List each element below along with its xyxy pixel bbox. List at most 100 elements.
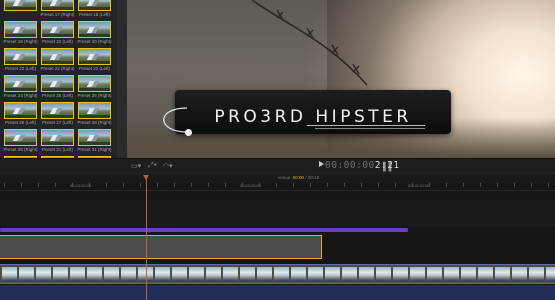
filmstrip-frame xyxy=(206,267,221,281)
clip-image xyxy=(78,48,111,65)
ruler-tick xyxy=(106,183,107,187)
filmstrip-frame xyxy=(189,267,204,281)
clip-thumbnail[interactable]: Preset 22 (Right) xyxy=(41,48,75,72)
timeline-index-label[interactable]: venue xyxy=(278,175,290,180)
filmstrip-frame xyxy=(257,267,272,281)
clip-label: Preset 27 (Left) xyxy=(41,120,73,125)
clip-label: Preset 26 (Left) xyxy=(4,120,36,125)
ruler-tick xyxy=(123,183,124,187)
clip-thumbnail[interactable]: Preset 25 (Right) xyxy=(77,75,112,99)
filmstrip-frame xyxy=(19,267,34,281)
empty-track xyxy=(0,200,555,226)
clip-image xyxy=(4,75,37,92)
play-icon[interactable] xyxy=(319,161,324,167)
timeline-ruler[interactable]: 00:00:00:00 00:00:05:00 00:00:10:00 xyxy=(0,183,555,191)
ruler-tick xyxy=(412,183,413,187)
ruler-tick xyxy=(497,183,498,187)
clip-label: Preset 25 (Left) xyxy=(41,93,73,98)
clip-thumbnail[interactable]: Preset 19 (Right) xyxy=(3,21,38,45)
ruler-tick xyxy=(55,183,56,187)
ruler-tick xyxy=(514,183,515,187)
ruler-label: 00:00:05:00 xyxy=(240,183,262,188)
filmstrip-frame xyxy=(427,267,442,281)
clip-thumbnail[interactable]: Preset 31 (Right) xyxy=(77,129,112,153)
ruler-tick xyxy=(174,183,175,187)
clip-thumbnail[interactable]: Preset 27 (Left) xyxy=(41,102,74,126)
clip-image xyxy=(4,0,37,11)
clip-image xyxy=(41,75,74,92)
title-clip[interactable] xyxy=(0,235,322,259)
clip-thumbnail[interactable]: Preset 31 (Left) xyxy=(41,129,74,153)
transform-icon[interactable]: ⤢▾ xyxy=(148,162,157,170)
clip-thumbnail[interactable]: Preset 25 (Left) xyxy=(41,75,74,99)
ruler-tick xyxy=(327,183,328,187)
video-filmstrip-clip[interactable] xyxy=(0,264,555,284)
filmstrip-frame xyxy=(53,267,68,281)
clip-thumbnail[interactable]: Preset 24 (Right) xyxy=(3,75,38,99)
clip-thumbnail[interactable]: Preset 20 (Right) xyxy=(77,21,112,45)
clip-thumbnail[interactable]: Preset 17 (Right) xyxy=(40,0,75,18)
ruler-tick xyxy=(276,183,277,187)
clip-thumbnail[interactable]: Preset 20 (Left) xyxy=(41,21,74,45)
filmstrip-frame xyxy=(274,267,289,281)
playhead-handle[interactable] xyxy=(143,175,149,180)
clip-thumbnail[interactable] xyxy=(4,0,37,18)
timeline-index-total: / 00:18 xyxy=(305,175,320,180)
ruler-tick xyxy=(191,183,192,187)
clip-image xyxy=(78,129,111,146)
ruler-tick xyxy=(463,183,464,187)
clip-label: Preset 23 (Left) xyxy=(78,66,110,71)
filmstrip-frame xyxy=(495,267,510,281)
clip-grid: Preset 17 (Right) Preset 18 (Left) Preset … xyxy=(3,0,112,162)
filmstrip-frame xyxy=(87,267,102,281)
clip-label: Preset 24 (Right) xyxy=(3,93,38,98)
filmstrip-frame xyxy=(223,267,238,281)
filmstrip-frame xyxy=(308,267,323,281)
timeline-index-current: 00:00 xyxy=(292,175,305,180)
clip-thumbnail[interactable]: Preset 28 (Right) xyxy=(78,102,112,126)
clip-label: Preset 25 (Right) xyxy=(77,93,112,98)
clip-label: Preset 17 (Right) xyxy=(40,12,75,17)
viewer: PRO3RD HIPSTER xyxy=(127,0,555,158)
filmstrip-frame xyxy=(359,267,374,281)
filmstrip-frame xyxy=(529,267,544,281)
audio-track[interactable] xyxy=(0,285,555,300)
clip-image xyxy=(41,102,74,119)
ruler-tick xyxy=(480,183,481,187)
filmstrip-frame xyxy=(393,267,408,281)
filmstrip-frame xyxy=(325,267,340,281)
clip-thumbnail[interactable]: Preset 26 (Left) xyxy=(4,102,37,126)
ruler-tick xyxy=(446,183,447,187)
clip-thumbnail[interactable]: Preset 28 (Right) xyxy=(4,129,38,153)
browser-divider[interactable] xyxy=(117,0,127,162)
ruler-tick xyxy=(395,183,396,187)
ruler-tick xyxy=(361,183,362,187)
filmstrip-frame xyxy=(2,267,17,281)
ruler-tick xyxy=(72,183,73,187)
ruler-label: 00:00:00:00 xyxy=(70,183,92,188)
timecode-value: 2:21 xyxy=(374,160,400,171)
clip-image xyxy=(78,75,111,92)
clip-label: Preset 19 (Right) xyxy=(3,39,38,44)
playhead[interactable] xyxy=(146,175,147,300)
clip-browser: Preset 17 (Right) Preset 18 (Left) Preset … xyxy=(0,0,117,162)
clip-image xyxy=(4,21,37,38)
timeline-index: venue 00:00 / 00:18 xyxy=(278,175,319,180)
speed-icon[interactable]: ◠▾ xyxy=(163,162,173,170)
timecode-dim: 00:00:00 xyxy=(325,160,375,171)
filmstrip-frame xyxy=(512,267,527,281)
title-handle-dot[interactable] xyxy=(185,129,192,136)
monitor-icon[interactable]: ▭▾ xyxy=(131,162,141,170)
clip-thumbnail[interactable]: Preset 22 (Left) xyxy=(4,48,37,72)
clip-label: Preset 20 (Right) xyxy=(77,39,112,44)
clip-thumbnail[interactable]: Preset 18 (Left) xyxy=(78,0,111,18)
clip-image xyxy=(4,48,37,65)
clip-label: Preset 22 (Left) xyxy=(4,66,36,71)
filmstrip-frame xyxy=(104,267,119,281)
clip-label: Preset 31 (Right) xyxy=(77,147,112,152)
connected-storyline-bar[interactable] xyxy=(0,228,408,232)
ruler-tick xyxy=(259,183,260,187)
clip-image xyxy=(78,102,111,119)
ruler-tick xyxy=(310,183,311,187)
clip-thumbnail[interactable]: Preset 23 (Left) xyxy=(78,48,111,72)
